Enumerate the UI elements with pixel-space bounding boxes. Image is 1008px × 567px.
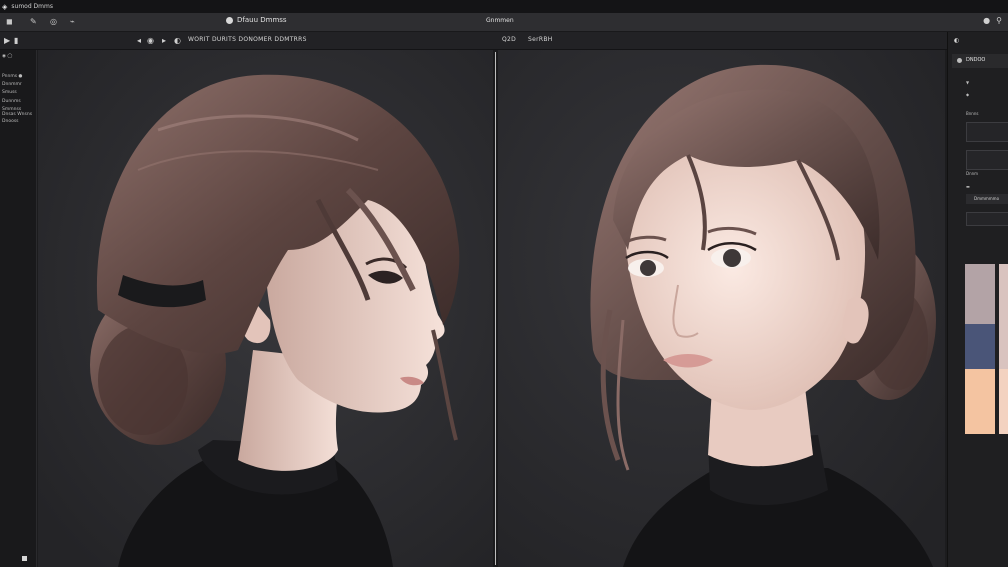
outliner-panel: ◉ ◯ Pnnms ● Dnnmmr Smuss Dunnms Smmnss D… <box>0 50 37 567</box>
swatch-peach[interactable] <box>965 369 995 434</box>
toggle-icon[interactable]: ▬ <box>966 184 970 189</box>
swatch-mauve[interactable] <box>965 264 995 324</box>
property-field[interactable] <box>966 150 1008 170</box>
window-title: sumod Dmms <box>11 3 53 10</box>
viewport-front[interactable] <box>498 50 945 567</box>
profile-render <box>38 50 493 567</box>
front-render <box>498 50 945 567</box>
camera-icon[interactable]: ◉ <box>147 34 154 47</box>
outliner-item[interactable]: Smuss <box>2 90 17 96</box>
property-label: Bnnns <box>966 111 979 116</box>
wave-icon[interactable]: ⌁ <box>70 16 75 28</box>
search-icon[interactable]: ⚲ <box>996 16 1002 25</box>
menu-right-icons: ● ⚲ <box>983 16 1002 25</box>
zoom-label[interactable]: Q2D <box>502 36 516 43</box>
workspace-label[interactable]: Gnmmen <box>486 17 514 24</box>
outliner-item[interactable]: Pnnms ● <box>2 74 22 80</box>
menu-bar: ◼ ✎ ◎ ⌁ Dfauu Dmmss Gnmmen ● ⚲ <box>0 13 1008 32</box>
panel-toggle-icon[interactable] <box>22 556 27 561</box>
prev-icon[interactable]: ◂ <box>137 34 141 47</box>
apply-button[interactable]: Dmmmmmo <box>966 194 1008 204</box>
panel-icon-a[interactable]: ▼ <box>966 80 969 85</box>
app-icon: ◈ <box>2 2 8 11</box>
property-field[interactable] <box>966 212 1008 226</box>
document-title[interactable]: Dfauu Dmmss <box>226 16 287 24</box>
splitter-line <box>495 52 496 565</box>
panel-icon-b[interactable]: ◆ <box>966 92 969 97</box>
pen-icon[interactable]: ✎ <box>30 16 37 28</box>
properties-header[interactable]: DNDOO <box>952 54 1008 68</box>
status-dot-icon[interactable]: ● <box>983 16 990 25</box>
outliner-item[interactable]: Dnnmmr <box>2 82 22 88</box>
document-icon <box>226 16 233 24</box>
layer-tool-icon[interactable]: ▮ <box>14 34 18 47</box>
menu-icon-file[interactable]: ◼ <box>6 16 13 28</box>
viewport-right-label: SerRBH <box>528 36 553 43</box>
select-tool-icon[interactable]: ▶ <box>4 34 10 47</box>
panel-tab-icon[interactable]: ◐ <box>954 37 959 44</box>
hair-modeling-app: ◈ sumod Dmms ◼ ✎ ◎ ⌁ Dfauu Dmmss Gnmmen … <box>0 0 1008 567</box>
swatch-light-peach[interactable] <box>999 369 1008 434</box>
document-title-label: Dfauu Dmmss <box>237 16 287 24</box>
viewport-left-label: WORIT DURITS DONOMER DDMTRRS <box>188 36 307 43</box>
color-swatches <box>965 264 995 434</box>
shading-icon[interactable]: ◐ <box>174 34 181 47</box>
property-label: Dnnm <box>966 171 979 176</box>
properties-panel: ◐ DNDOO ▼ ◆ Bnnns Dnnm ▬ Dmmmmmo <box>947 32 1008 567</box>
viewport-profile[interactable] <box>38 50 493 567</box>
outliner-item[interactable]: Dunnms <box>2 99 21 105</box>
swatch-light-pink[interactable] <box>999 264 1008 369</box>
viewport-toolbar: ▶ ▮ ◂ ◉ ▸ ◐ WORIT DURITS DONOMER DDMTRRS… <box>0 32 1008 50</box>
outliner-item[interactable]: Dnooss <box>2 119 19 125</box>
target-icon[interactable]: ◎ <box>50 16 57 28</box>
swatch-blue[interactable] <box>965 324 995 369</box>
outliner-item[interactable]: ◉ ◯ <box>2 54 12 60</box>
title-bar: ◈ sumod Dmms <box>0 0 1008 13</box>
property-field[interactable] <box>966 122 1008 142</box>
next-icon[interactable]: ▸ <box>162 34 166 47</box>
properties-header-label: DNDOO <box>966 57 986 63</box>
outliner-item[interactable]: Dnsas Wnsns <box>2 112 32 118</box>
settings-icon <box>957 58 962 63</box>
